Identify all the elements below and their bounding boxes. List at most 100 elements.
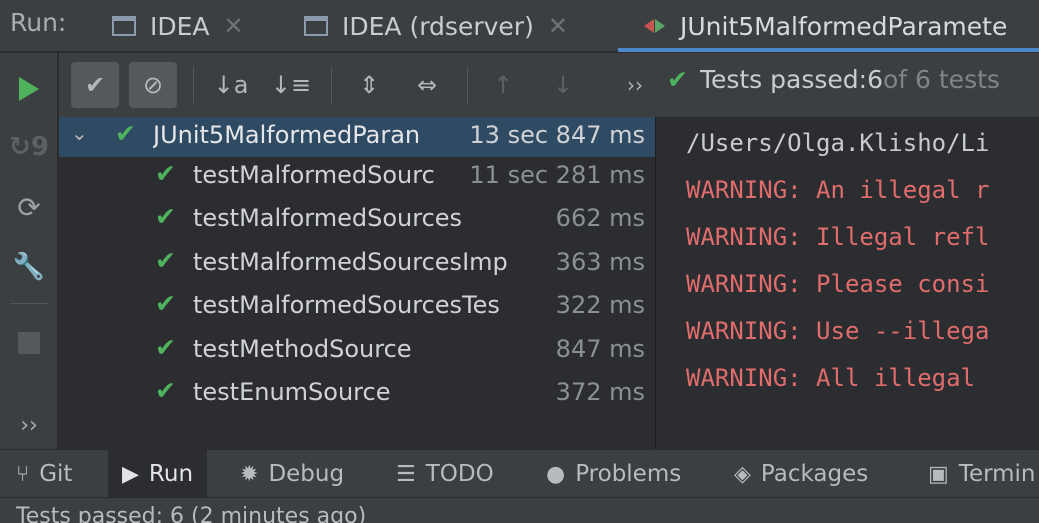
check-icon: ✔ (155, 246, 176, 275)
more-toolbar-button[interactable]: ›› (611, 62, 659, 108)
tool-window-label: Problems (575, 461, 682, 487)
close-icon[interactable]: ✕ (548, 12, 568, 40)
check-icon: ✔ (115, 119, 136, 148)
expand-all-button[interactable]: ⇕ (345, 62, 393, 108)
list-icon: ☰ (396, 461, 416, 487)
settings-button[interactable]: 🔧 (0, 247, 58, 287)
show-passed-button[interactable]: ✔ (71, 62, 119, 108)
tests-total: of 6 tests (882, 65, 1000, 94)
status-bar: Tests passed: 6 (2 minutes ago) (0, 497, 1039, 523)
tree-test-node[interactable]: ✔ testMalformedSourcesTes 322 ms (59, 287, 655, 327)
arrow-down-icon: ↓ (552, 71, 574, 99)
test-method-name: testMethodSource (193, 335, 412, 363)
chevron-double-right-icon: ›› (627, 73, 643, 97)
tab-idea[interactable]: IDEA ✕ (112, 0, 244, 52)
rerun-failed-button[interactable]: ↻9 (0, 127, 58, 167)
chevron-down-icon[interactable]: ⌄ (71, 121, 88, 145)
check-icon: ✔ (155, 333, 176, 362)
check-icon: ✔ (667, 65, 688, 94)
test-duration: 662 ms (555, 204, 645, 232)
test-duration: 372 ms (555, 378, 645, 406)
test-method-name: testMalformedSourcesImp (193, 248, 508, 276)
check-icon: ✔ (155, 289, 176, 318)
run-tab-bar: Run: IDEA ✕ IDEA (rdserver) ✕ JUnit5Malf… (0, 0, 1039, 52)
next-failed-test-button[interactable]: ↓ (539, 62, 587, 108)
sort-by-duration-button[interactable]: ↓≡ (267, 62, 315, 108)
tool-window-run[interactable]: ▶ Run (108, 450, 208, 498)
chevron-double-right-icon: ›› (20, 412, 38, 438)
console-line: /Users/Olga.Klisho/Li (686, 129, 990, 157)
tree-test-node[interactable]: ✔ testEnumSource 372 ms (59, 374, 655, 414)
tests-passed-summary: ✔ Tests passed: 6 of 6 tests (667, 65, 1000, 94)
check-icon: ✔ (84, 71, 106, 99)
test-duration: 847 ms (555, 335, 645, 363)
tab-junit5-malformed[interactable]: JUnit5MalformedParamete (617, 0, 1039, 52)
run-side-toolbar: ↻9 ⟳ 🔧 ›› (0, 53, 58, 449)
console-line: WARNING: Use --illega (686, 317, 990, 345)
check-icon: ✔ (155, 376, 176, 405)
test-duration: 13 sec 847 ms (469, 121, 645, 149)
sync-icon: ⟳ (17, 190, 41, 224)
window-icon (112, 16, 136, 36)
status-message[interactable]: Tests passed: 6 (2 minutes ago) (16, 504, 366, 523)
test-config-icon (644, 16, 666, 36)
tool-window-label: Run (148, 461, 194, 487)
ignored-icon: ⊘ (142, 71, 164, 99)
test-duration: 11 sec 281 ms (469, 161, 645, 189)
alert-icon: ● (546, 461, 566, 487)
terminal-icon: ▣ (928, 461, 949, 487)
tree-test-node[interactable]: ✔ testMalformedSources 662 ms (59, 200, 655, 240)
console-line: WARNING: Please consi (686, 270, 990, 298)
tool-window-terminal[interactable]: ▣ Termin (928, 450, 1036, 498)
collapse-all-button[interactable]: ⇔ (403, 62, 451, 108)
sort-alpha-icon: ↓a (213, 71, 249, 99)
rerun-button[interactable] (0, 69, 58, 109)
test-method-name: testMalformedSourc (193, 161, 435, 189)
tool-window-label: Packages (760, 461, 869, 487)
run-label: Run: (10, 8, 67, 37)
previous-failed-test-button[interactable]: ↑ (479, 62, 527, 108)
test-duration: 363 ms (555, 248, 645, 276)
tests-passed-count: 6 (867, 65, 883, 94)
check-icon: ✔ (155, 202, 176, 231)
tool-window-git[interactable]: ⑂ Git (16, 450, 86, 498)
tool-window-packages[interactable]: ◈ Packages (734, 450, 868, 498)
tree-test-node[interactable]: ✔ testMethodSource 847 ms (59, 331, 655, 371)
tree-test-node[interactable]: ✔ testMalformedSourcesImp 363 ms (59, 244, 655, 284)
toggle-auto-test-button[interactable]: ⟳ (0, 187, 58, 227)
sort-alphabetically-button[interactable]: ↓a (207, 62, 255, 108)
tab-idea-rdserver[interactable]: IDEA (rdserver) ✕ (304, 0, 568, 52)
play-icon (19, 77, 39, 101)
check-icon: ✔ (155, 159, 176, 188)
rerun-failed-icon: ↻9 (9, 132, 49, 162)
stop-button[interactable] (0, 323, 58, 363)
tree-test-node[interactable]: ✔ testMalformedSourc 11 sec 281 ms (59, 157, 655, 197)
run-icon: ▶ (122, 461, 139, 487)
arrow-up-icon: ↑ (492, 71, 514, 99)
close-icon[interactable]: ✕ (224, 12, 244, 40)
stop-icon (18, 332, 40, 354)
console-output[interactable]: /Users/Olga.Klisho/Li WARNING: An illega… (655, 117, 1039, 449)
tool-window-todo[interactable]: ☰ TODO (396, 450, 494, 498)
tab-label: IDEA (150, 11, 210, 41)
layers-icon: ◈ (734, 461, 751, 487)
tool-window-debug[interactable]: ✹ Debug (240, 450, 344, 498)
tree-root-node[interactable]: ⌄ ✔ JUnit5MalformedParan 13 sec 847 ms (59, 117, 655, 157)
expand-all-icon: ⇕ (358, 71, 380, 99)
tool-window-label: TODO (425, 461, 494, 487)
toolbar-divider (193, 67, 194, 103)
console-line: WARNING: Illegal refl (686, 223, 990, 251)
show-ignored-button[interactable]: ⊘ (129, 62, 177, 108)
tool-window-problems[interactable]: ● Problems (546, 450, 681, 498)
test-method-name: testMalformedSources (193, 204, 463, 232)
console-line: WARNING: All illegal (686, 364, 975, 392)
tool-window-label: Git (39, 461, 73, 487)
test-runner-toolbar: ✔ ⊘ ↓a ↓≡ ⇕ ⇔ ↑ ↓ ›› ✔ Tests passed: 6 o… (59, 53, 1039, 117)
tab-label: IDEA (rdserver) (342, 11, 534, 41)
bug-icon: ✹ (240, 461, 259, 487)
tool-window-label: Termin (958, 461, 1036, 487)
console-line: WARNING: An illegal r (686, 176, 990, 204)
test-duration: 322 ms (555, 291, 645, 319)
toolbar-divider (10, 303, 48, 304)
more-actions-button[interactable]: ›› (0, 405, 58, 445)
